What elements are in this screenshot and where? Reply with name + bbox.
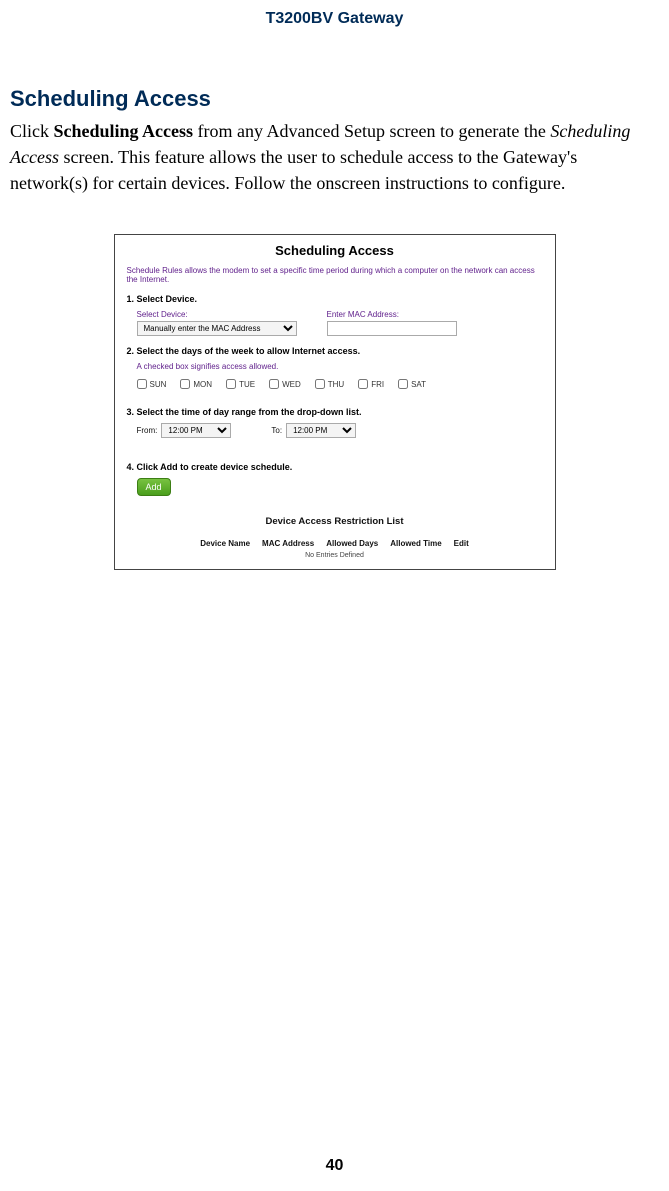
body-paragraph: Click Scheduling Access from any Advance…	[10, 118, 659, 196]
restriction-list-title: Device Access Restriction List	[127, 516, 543, 527]
days-row: SUN MON TUE WED THU FRI SAT	[137, 379, 543, 389]
step4-heading: 4. Click Add to create device schedule.	[127, 462, 543, 472]
day-fri-checkbox[interactable]	[358, 379, 368, 389]
day-fri-label: FRI	[371, 380, 384, 389]
to-time-dropdown[interactable]: 12:00 PM	[286, 423, 356, 438]
para-bold: Scheduling Access	[54, 121, 194, 141]
ss-intro-text: Schedule Rules allows the modem to set a…	[127, 266, 543, 284]
day-tue-label: TUE	[239, 380, 255, 389]
day-wed-label: WED	[282, 380, 301, 389]
day-sun-checkbox[interactable]	[137, 379, 147, 389]
section-heading: Scheduling Access	[10, 86, 669, 112]
col-allowed-days: Allowed Days	[326, 539, 378, 548]
day-wed[interactable]: WED	[269, 379, 301, 389]
step3-heading: 3. Select the time of day range from the…	[127, 407, 543, 417]
day-tue[interactable]: TUE	[226, 379, 255, 389]
day-sat-checkbox[interactable]	[398, 379, 408, 389]
para-b: from any Advanced Setup screen to genera…	[193, 121, 550, 141]
ss-title: Scheduling Access	[115, 243, 555, 258]
para-c: screen. This feature allows the user to …	[10, 147, 577, 193]
day-mon-label: MON	[193, 380, 212, 389]
col-mac-address: MAC Address	[262, 539, 314, 548]
to-label: To:	[271, 426, 282, 435]
day-sun-label: SUN	[150, 380, 167, 389]
day-thu[interactable]: THU	[315, 379, 344, 389]
day-sat-label: SAT	[411, 380, 426, 389]
day-wed-checkbox[interactable]	[269, 379, 279, 389]
day-fri[interactable]: FRI	[358, 379, 384, 389]
col-device-name: Device Name	[200, 539, 250, 548]
embedded-screenshot: Scheduling Access Schedule Rules allows …	[114, 234, 556, 570]
day-mon-checkbox[interactable]	[180, 379, 190, 389]
day-thu-checkbox[interactable]	[315, 379, 325, 389]
step1-heading: 1. Select Device.	[127, 294, 543, 304]
mac-address-input[interactable]	[327, 321, 457, 336]
page-number: 40	[0, 1157, 669, 1175]
select-device-dropdown[interactable]: Manually enter the MAC Address	[137, 321, 297, 336]
page-header: T3200BV Gateway	[0, 0, 669, 28]
day-mon[interactable]: MON	[180, 379, 212, 389]
table-empty-text: No Entries Defined	[127, 552, 543, 559]
select-device-label: Select Device:	[137, 310, 297, 319]
day-sun[interactable]: SUN	[137, 379, 167, 389]
para-a: Click	[10, 121, 54, 141]
col-edit: Edit	[454, 539, 469, 548]
step2-hint: A checked box signifies access allowed.	[137, 362, 543, 371]
col-allowed-time: Allowed Time	[390, 539, 441, 548]
from-time-dropdown[interactable]: 12:00 PM	[161, 423, 231, 438]
add-button[interactable]: Add	[137, 478, 171, 496]
day-thu-label: THU	[328, 380, 344, 389]
step2-heading: 2. Select the days of the week to allow …	[127, 346, 543, 356]
table-header-row: Device Name MAC Address Allowed Days All…	[127, 539, 543, 548]
enter-mac-label: Enter MAC Address:	[327, 310, 457, 319]
day-sat[interactable]: SAT	[398, 379, 426, 389]
from-label: From:	[137, 426, 158, 435]
day-tue-checkbox[interactable]	[226, 379, 236, 389]
